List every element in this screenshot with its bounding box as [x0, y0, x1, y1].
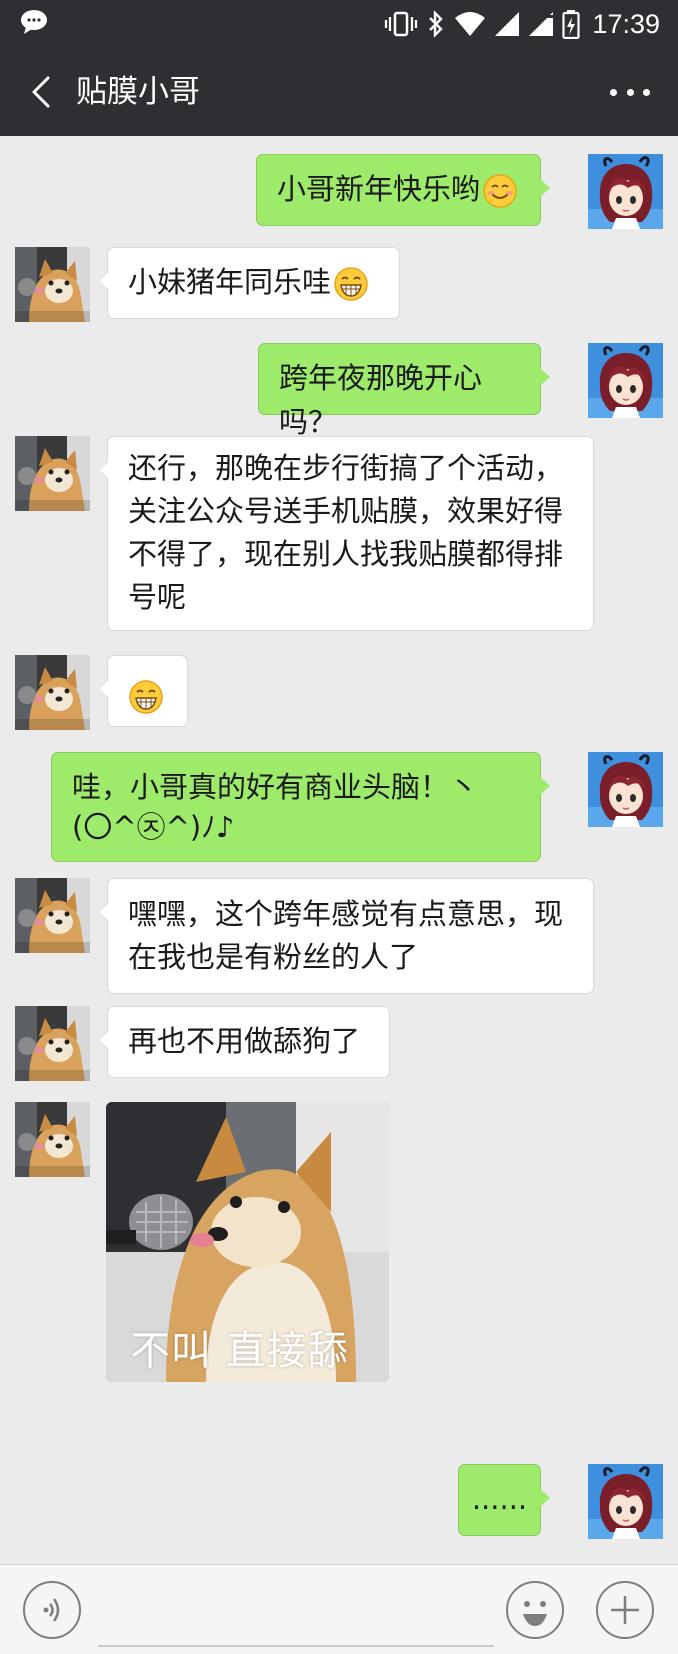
grinning-emoji-icon: [334, 267, 368, 301]
incoming-message[interactable]: 再也不用做舔狗了: [98, 1006, 390, 1078]
contact-avatar[interactable]: [15, 247, 90, 322]
sticker-caption: 不叫 直接舔: [130, 1328, 349, 1374]
smiling-emoji-icon: [483, 174, 517, 208]
contact-avatar[interactable]: [15, 655, 90, 730]
cellular-signal-icon: [495, 12, 520, 36]
incoming-message[interactable]: 嘿嘿，这个跨年感觉有点意思，现 在我也是有粉丝的人了: [98, 878, 594, 994]
outgoing-message[interactable]: 哇，小哥真的好有商业头脑！丶 (〇^㉨^)ﾉ♪: [51, 752, 550, 862]
message-line: (〇^㉨^)ﾉ♪: [72, 810, 235, 844]
message-line: 还行，那晚在步行街搞了个活动，: [128, 451, 564, 485]
message-line: 不得了，现在别人找我贴膜都得排: [128, 537, 564, 571]
my-avatar[interactable]: [588, 343, 663, 418]
outgoing-message[interactable]: 跨年夜那晚开心吗？: [258, 343, 550, 439]
status-bar: 17:39: [0, 0, 678, 48]
contact-avatar[interactable]: [15, 1006, 90, 1081]
my-avatar[interactable]: [588, 752, 663, 827]
message-line: 嘿嘿，这个跨年感觉有点意思，现: [128, 897, 564, 931]
chat-message-list[interactable]: 小哥新年快乐哟 小妹猪年同乐哇 跨年夜那晚开心吗？ 还行，那晚在步行街搞了个活动…: [0, 136, 678, 1564]
my-avatar[interactable]: [588, 154, 663, 229]
contact-avatar[interactable]: [15, 436, 90, 511]
message-text: 跨年夜那晚开心吗？: [279, 361, 483, 439]
incoming-message[interactable]: [98, 655, 188, 727]
contact-avatar[interactable]: [15, 878, 90, 953]
notification-chat-icon: [21, 10, 47, 34]
bluetooth-icon: [429, 10, 444, 38]
incoming-message[interactable]: 小妹猪年同乐哇: [98, 247, 400, 319]
dog-sticker-image[interactable]: 不叫 直接舔: [106, 1102, 389, 1382]
message-text: 小哥新年快乐哟: [277, 172, 481, 206]
voice-input-button[interactable]: [23, 1581, 81, 1639]
chat-header: 贴膜小哥: [0, 48, 678, 136]
more-options-icon[interactable]: [610, 78, 650, 106]
message-line: 号呢: [128, 580, 187, 614]
emoji-face-icon: [523, 1601, 547, 1626]
message-input-bar: [0, 1564, 678, 1654]
contact-avatar[interactable]: [15, 1102, 90, 1177]
message-line: 哇，小哥真的好有商业头脑！丶: [72, 770, 479, 804]
status-time: 17:39: [592, 8, 660, 39]
chat-title: 贴膜小哥: [76, 74, 200, 110]
outgoing-message[interactable]: 小哥新年快乐哟: [256, 154, 550, 226]
incoming-message[interactable]: 还行，那晚在步行街搞了个活动， 关注公众号送手机贴膜，效果好得 不得了，现在别人…: [98, 436, 594, 631]
wifi-icon: [455, 12, 486, 36]
battery-charging-icon: [562, 10, 581, 39]
message-line: 关注公众号送手机贴膜，效果好得: [128, 494, 564, 528]
plus-icon: [611, 1596, 639, 1624]
back-arrow-icon[interactable]: [22, 70, 66, 114]
emoji-button[interactable]: [506, 1581, 564, 1639]
grinning-emoji-icon: [129, 680, 163, 714]
message-text: 小妹猪年同乐哇: [128, 265, 332, 299]
my-avatar[interactable]: [588, 1464, 663, 1539]
cellular-signal-2-icon: [529, 12, 554, 36]
more-functions-button[interactable]: [596, 1581, 654, 1639]
message-text: 再也不用做舔狗了: [128, 1024, 361, 1058]
voice-icon: [43, 1598, 60, 1622]
message-text: ......: [471, 1482, 528, 1516]
vibrate-icon: [385, 11, 418, 37]
message-line: 在我也是有粉丝的人了: [128, 940, 419, 974]
message-text-input[interactable]: [98, 1583, 494, 1647]
outgoing-message[interactable]: ......: [458, 1464, 550, 1536]
